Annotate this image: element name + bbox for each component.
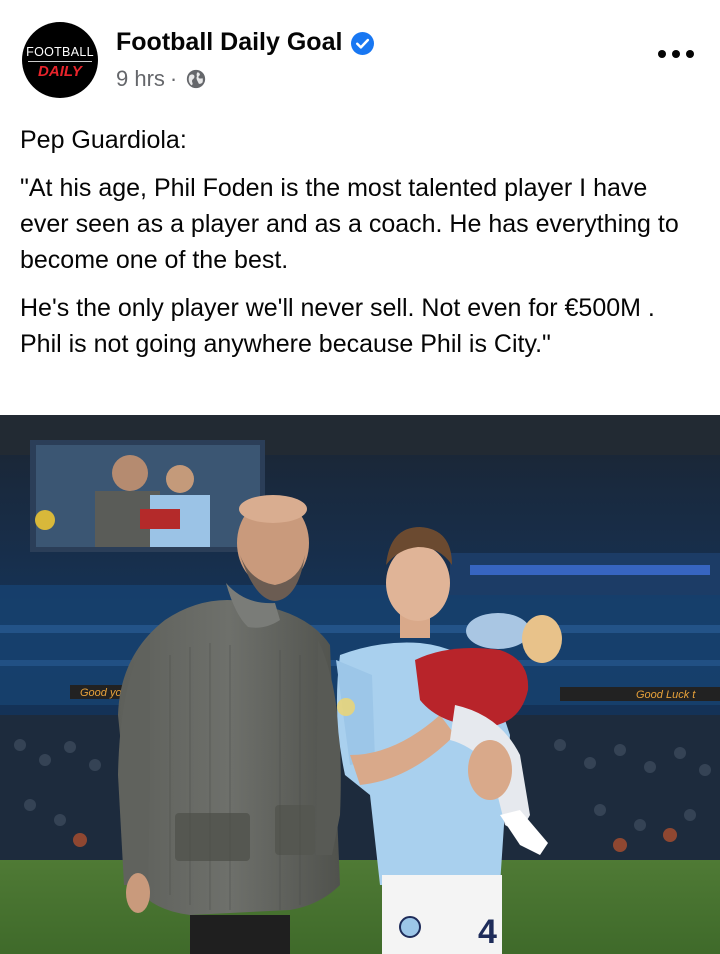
post-timestamp[interactable]: 9 hrs [116, 66, 165, 92]
post-meta: 9 hrs · [116, 66, 207, 92]
post-photo[interactable]: Good yo Good Luck t 4 [0, 415, 720, 954]
post-paragraph: Pep Guardiola: [20, 126, 187, 154]
post-header: FOOTBALL DAILY Football Daily Goal 9 hrs… [0, 0, 720, 110]
banner-right-text: Good Luck t [636, 689, 696, 701]
globe-icon[interactable] [185, 68, 207, 90]
more-dot [658, 50, 666, 58]
post-paragraph: "At his age, Phil Foden is the most tale… [20, 174, 679, 274]
meta-separator: · [169, 66, 178, 91]
shirt-number-text: 4 [478, 913, 497, 951]
page-name-row: Football Daily Goal [116, 28, 375, 57]
more-dot [672, 50, 680, 58]
banner-left-text: Good yo [80, 687, 122, 699]
avatar-logo-line1: FOOTBALL [26, 45, 94, 59]
post-body: Pep Guardiola: "At his age, Phil Foden i… [20, 122, 700, 374]
avatar-logo-line2: DAILY [38, 63, 82, 80]
verified-badge-icon [351, 32, 375, 55]
page-name-link[interactable]: Football Daily Goal [116, 28, 342, 57]
more-options-icon[interactable] [654, 42, 698, 66]
avatar-logo-divider [28, 61, 92, 62]
post-paragraph: He's the only player we'll never sell. N… [20, 294, 655, 358]
page-avatar[interactable]: FOOTBALL DAILY [22, 22, 98, 98]
stadium-photo-illustration: Good yo Good Luck t 4 [0, 415, 720, 954]
more-dot [686, 50, 694, 58]
